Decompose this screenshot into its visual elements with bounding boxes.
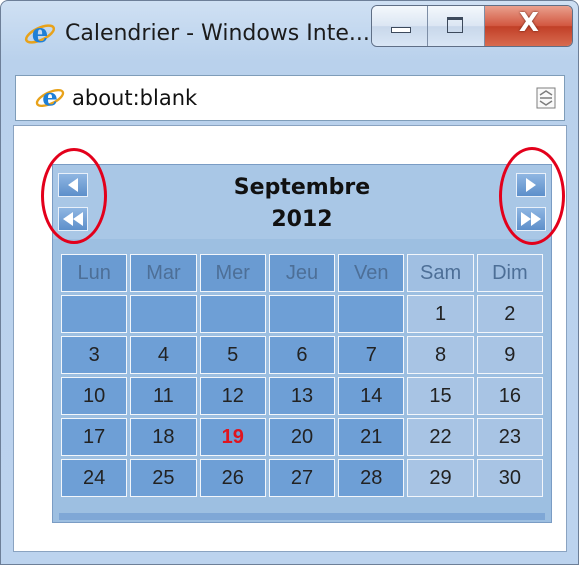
window-title: Calendrier - Windows Inte... (65, 21, 370, 46)
annotation-circle-right (499, 147, 565, 245)
day-cell[interactable]: 26 (199, 459, 266, 497)
weekday-header: Dim (476, 254, 543, 292)
day-cell-empty (199, 295, 266, 333)
ie-logo-icon: e (35, 83, 65, 112)
minimize-button[interactable] (372, 6, 429, 46)
day-cell[interactable]: 28 (338, 459, 405, 497)
day-cell[interactable]: 18 (130, 418, 197, 456)
address-bar[interactable]: e about:blank (15, 75, 565, 121)
address-url: about:blank (72, 86, 198, 110)
day-cell[interactable]: 13 (268, 377, 336, 415)
week-row: 3 4 5 6 7 8 9 (61, 336, 543, 374)
weekday-header: Mar (130, 254, 197, 292)
day-cell[interactable]: 15 (407, 377, 474, 415)
calendar-footer (59, 513, 545, 520)
day-cell[interactable]: 17 (61, 418, 128, 456)
weekday-header: Lun (61, 254, 128, 292)
day-cell[interactable]: 6 (268, 336, 336, 374)
maximize-icon (447, 17, 464, 33)
maximize-button[interactable] (428, 6, 485, 46)
day-cell[interactable]: 11 (130, 377, 197, 415)
weekday-row: Lun Mar Mer Jeu Ven Sam Dim (61, 254, 543, 292)
month-label: Septembre (233, 175, 371, 200)
week-row: 1 2 (61, 295, 543, 333)
day-cell[interactable]: 29 (407, 459, 474, 497)
close-icon: X (518, 8, 539, 38)
day-cell[interactable]: 22 (407, 418, 474, 456)
day-cell[interactable]: 23 (476, 418, 543, 456)
weekday-header: Sam (407, 254, 474, 292)
day-cell-empty (338, 295, 405, 333)
day-cell[interactable]: 3 (61, 336, 128, 374)
day-grid: Lun Mar Mer Jeu Ven Sam Dim 1 2 3 4 5 6 … (58, 251, 546, 500)
calendar-header: Septembre 2012 (53, 165, 551, 239)
close-button[interactable]: X (484, 6, 572, 46)
weekday-header: Jeu (268, 254, 336, 292)
compatibility-view-icon[interactable] (536, 87, 556, 109)
browser-window: e Calendrier - Windows Inte... X e about… (0, 0, 579, 565)
day-cell[interactable]: 10 (61, 377, 128, 415)
week-row: 24 25 26 27 28 29 30 (61, 459, 543, 497)
day-cell[interactable]: 9 (476, 336, 543, 374)
year-label: 2012 (271, 207, 333, 232)
annotation-circle-left (41, 148, 107, 244)
day-cell[interactable]: 27 (268, 459, 336, 497)
weekday-header: Ven (338, 254, 405, 292)
day-cell-empty (61, 295, 128, 333)
day-cell-today[interactable]: 19 (199, 418, 266, 456)
day-cell[interactable]: 5 (199, 336, 266, 374)
ie-logo-icon: e (24, 19, 56, 49)
calendar-widget: Septembre 2012 Lun Mar Mer Jeu Ven Sam D… (52, 164, 552, 523)
day-cell[interactable]: 4 (130, 336, 197, 374)
day-cell[interactable]: 21 (338, 418, 405, 456)
week-row: 10 11 12 13 14 15 16 (61, 377, 543, 415)
day-cell[interactable]: 20 (268, 418, 336, 456)
day-cell[interactable]: 8 (407, 336, 474, 374)
day-cell[interactable]: 1 (407, 295, 474, 333)
day-cell[interactable]: 30 (476, 459, 543, 497)
day-cell[interactable]: 16 (476, 377, 543, 415)
day-cell[interactable]: 14 (338, 377, 405, 415)
day-cell-empty (268, 295, 336, 333)
svg-text:e: e (32, 19, 49, 49)
week-row: 17 18 19 20 21 22 23 (61, 418, 543, 456)
day-cell[interactable]: 2 (476, 295, 543, 333)
day-cell[interactable]: 24 (61, 459, 128, 497)
caption-buttons: X (371, 5, 573, 47)
minimize-icon (391, 27, 411, 33)
day-cell-empty (130, 295, 197, 333)
day-cell[interactable]: 12 (199, 377, 266, 415)
title-bar[interactable]: e Calendrier - Windows Inte... X (1, 1, 578, 69)
day-cell[interactable]: 7 (338, 336, 405, 374)
day-cell[interactable]: 25 (130, 459, 197, 497)
svg-text:e: e (42, 83, 58, 112)
weekday-header: Mer (199, 254, 266, 292)
